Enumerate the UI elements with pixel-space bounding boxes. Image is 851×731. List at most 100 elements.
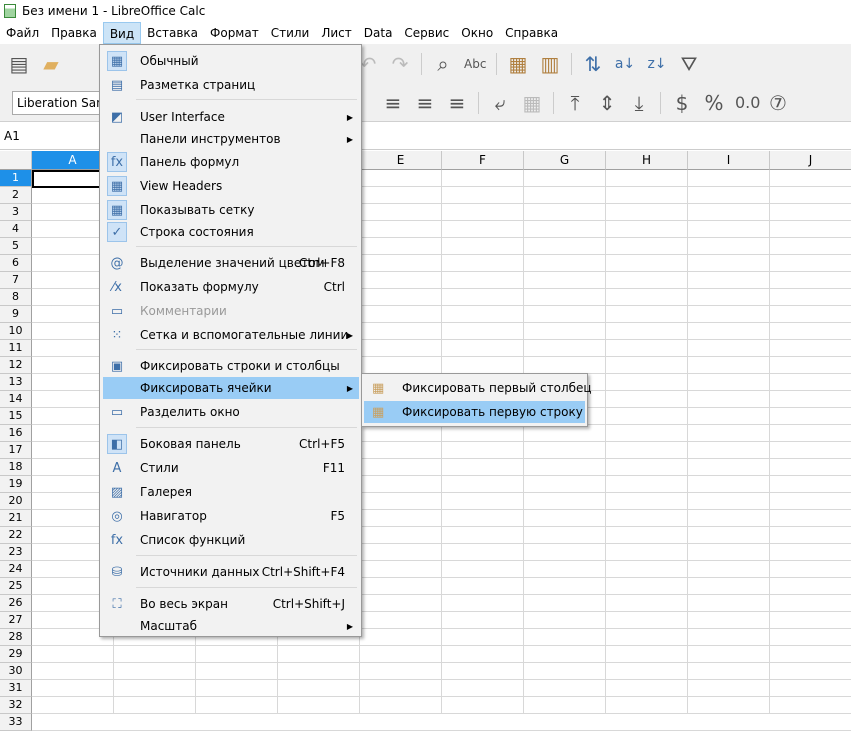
sort-descending-icon[interactable]: z↓ [646, 56, 668, 72]
row-header[interactable]: 17 [0, 442, 32, 459]
font-name-input[interactable]: Liberation Sans [12, 90, 112, 115]
align-middle-icon[interactable]: ⇕ [596, 91, 618, 115]
row-header[interactable]: 8 [0, 289, 32, 306]
row-header[interactable]: 28 [0, 629, 32, 646]
menu-item[interactable]: ▣ Фиксировать строки и столбцы [103, 355, 359, 377]
new-document-icon[interactable]: ▤ [8, 52, 30, 76]
column-header[interactable]: G [524, 151, 606, 170]
row-header[interactable]: 2 [0, 187, 32, 204]
menu-item[interactable]: ▦ View Headers [103, 175, 359, 197]
redo-icon[interactable]: ↷ [389, 52, 411, 76]
row-header[interactable]: 33 [0, 714, 32, 731]
menu-item[interactable]: ◎ Навигатор F5 [103, 505, 359, 527]
row-header[interactable]: 29 [0, 646, 32, 663]
menu-item[interactable]: Фиксировать ячейки ▶ [103, 377, 359, 399]
column-header[interactable]: F [442, 151, 524, 170]
find-replace-icon[interactable]: ⌕ [432, 52, 454, 76]
row-header[interactable]: 11 [0, 340, 32, 357]
row-header[interactable]: 24 [0, 561, 32, 578]
menu-item[interactable]: ◧ Боковая панель Ctrl+F5 [103, 433, 359, 455]
row-header[interactable]: 19 [0, 476, 32, 493]
row-icon[interactable]: ▦ [507, 52, 529, 76]
row-header[interactable]: 1 [0, 170, 32, 187]
row-header[interactable]: 13 [0, 374, 32, 391]
menu-item[interactable]: Панели инструментов ▶ [103, 128, 359, 150]
menu-2[interactable]: Вид [102, 22, 142, 44]
menu-7[interactable]: Data [358, 22, 399, 44]
align-top-icon[interactable]: ⤒ [564, 91, 586, 115]
row-header[interactable]: 31 [0, 680, 32, 697]
menu-item[interactable]: ▦ Обычный [103, 50, 359, 72]
menu-6[interactable]: Лист [315, 22, 357, 44]
row-header[interactable]: 5 [0, 238, 32, 255]
select-all-corner[interactable] [0, 151, 32, 170]
number-format-icon[interactable]: 0.0 [735, 93, 760, 112]
percent-icon[interactable]: % [703, 91, 725, 115]
row-header[interactable]: 16 [0, 425, 32, 442]
column-icon[interactable]: ▥ [539, 52, 561, 76]
align-center-icon[interactable]: ≡ [414, 91, 436, 115]
row-header[interactable]: 7 [0, 272, 32, 289]
menu-item[interactable]: @ Выделение значений цветом Ctrl+F8 [103, 252, 359, 274]
currency-icon[interactable]: $ [671, 91, 693, 115]
row-header[interactable]: 21 [0, 510, 32, 527]
row-header[interactable]: 32 [0, 697, 32, 714]
row-header[interactable]: 10 [0, 323, 32, 340]
menu-item[interactable]: ▭ Разделить окно [103, 401, 359, 423]
date-format-icon[interactable]: ⑦ [767, 91, 789, 115]
row-header[interactable]: 3 [0, 204, 32, 221]
row-header[interactable]: 25 [0, 578, 32, 595]
autofilter-icon[interactable]: ⛛ [678, 52, 700, 76]
submenu-item[interactable]: ▦ Фиксировать первую строку [364, 401, 585, 423]
row-header[interactable]: 15 [0, 408, 32, 425]
row-header[interactable]: 22 [0, 527, 32, 544]
align-left-icon[interactable]: ≡ [382, 91, 404, 115]
menu-item[interactable]: ▤ Разметка страниц [103, 74, 359, 96]
menu-item[interactable]: ⛁ Источники данных Ctrl+Shift+F4 [103, 561, 359, 583]
row-header[interactable]: 26 [0, 595, 32, 612]
submenu-item[interactable]: ▦ Фиксировать первый столбец [364, 377, 592, 399]
menu-item[interactable]: ⛶ Во весь экран Ctrl+Shift+J [103, 593, 359, 615]
wrap-text-icon[interactable]: ⤶ [489, 91, 511, 115]
row-header[interactable]: 12 [0, 357, 32, 374]
menu-item[interactable]: Масштаб ▶ [103, 615, 359, 637]
menu-3[interactable]: Вставка [141, 22, 204, 44]
row-header[interactable]: 30 [0, 663, 32, 680]
row-header[interactable]: 9 [0, 306, 32, 323]
menu-item[interactable]: A Стили F11 [103, 457, 359, 479]
menu-5[interactable]: Стили [265, 22, 316, 44]
column-header[interactable]: H [606, 151, 688, 170]
merge-cells-icon[interactable]: ▦ [521, 91, 543, 115]
row-header[interactable]: 27 [0, 612, 32, 629]
row-header[interactable]: 23 [0, 544, 32, 561]
spelling-icon[interactable]: Abc [464, 57, 486, 71]
menu-separator [136, 349, 357, 350]
menu-item[interactable]: ◩ User Interface ▶ [103, 106, 359, 128]
sort-ascending-icon[interactable]: a↓ [614, 56, 636, 72]
menu-item[interactable]: ✓ Строка состояния [103, 221, 359, 243]
menu-item[interactable]: ▨ Галерея [103, 481, 359, 503]
row-header[interactable]: 20 [0, 493, 32, 510]
row-header[interactable]: 6 [0, 255, 32, 272]
menu-4[interactable]: Формат [204, 22, 265, 44]
column-header[interactable]: J [770, 151, 851, 170]
menu-item[interactable]: fx Список функций [103, 529, 359, 551]
row-header[interactable]: 4 [0, 221, 32, 238]
sort-icon[interactable]: ⇅ [582, 52, 604, 76]
menu-1[interactable]: Правка [45, 22, 103, 44]
menu-item[interactable]: fx Панель формул [103, 151, 359, 173]
align-right-icon[interactable]: ≡ [446, 91, 468, 115]
column-header[interactable]: E [360, 151, 442, 170]
menu-8[interactable]: Сервис [398, 22, 455, 44]
menu-item[interactable]: ⁙ Сетка и вспомогательные линии ▶ [103, 324, 359, 346]
align-bottom-icon[interactable]: ⤓ [628, 91, 650, 115]
column-header[interactable]: I [688, 151, 770, 170]
open-folder-icon[interactable]: ▰ [40, 52, 62, 76]
row-header[interactable]: 14 [0, 391, 32, 408]
menu-item[interactable]: ⁄x Показать формулу Ctrl [103, 276, 359, 298]
menu-item[interactable]: ▦ Показывать сетку [103, 199, 359, 221]
menu-0[interactable]: Файл [0, 22, 45, 44]
menu-10[interactable]: Справка [499, 22, 564, 44]
row-header[interactable]: 18 [0, 459, 32, 476]
menu-9[interactable]: Окно [455, 22, 499, 44]
